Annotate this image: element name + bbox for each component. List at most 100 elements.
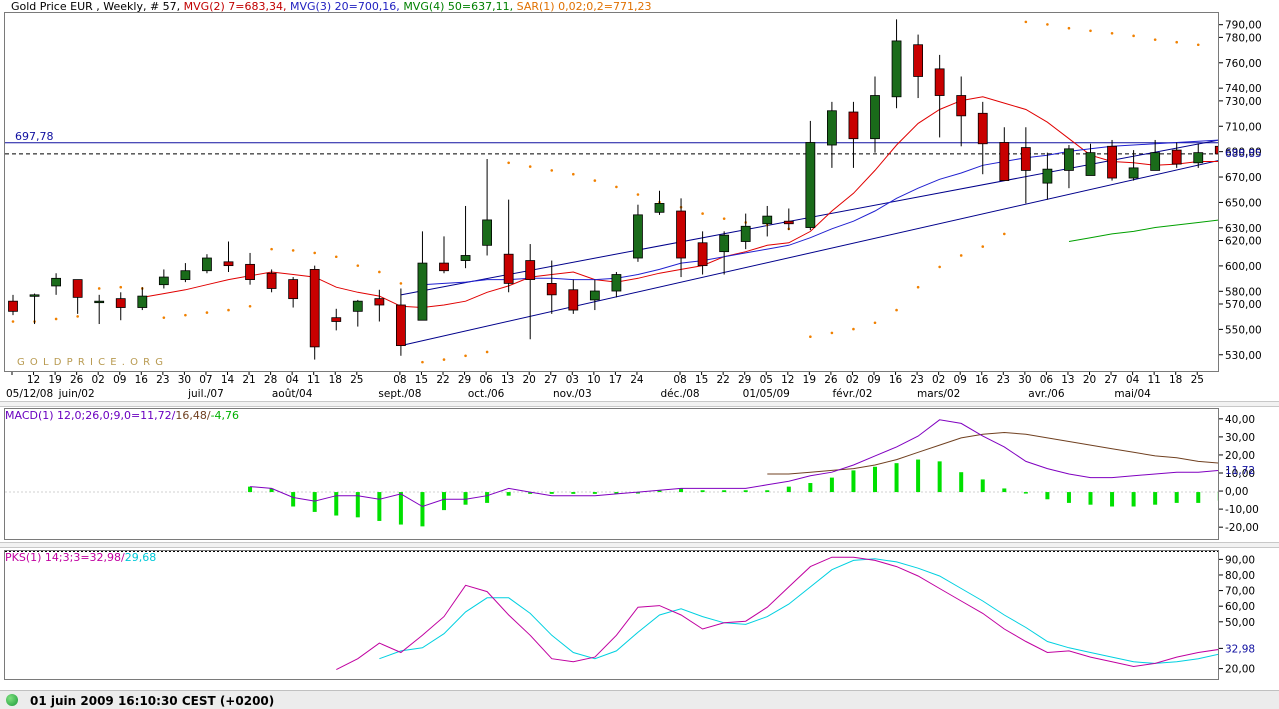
- pane-splitter-2[interactable]: [0, 542, 1279, 548]
- month-label: nov./03: [553, 388, 592, 400]
- sar-dot: [1046, 23, 1049, 26]
- sar-dot: [636, 193, 640, 196]
- candle-body: [352, 300, 363, 312]
- y-tick-label: 620,00: [1225, 236, 1262, 248]
- candle-body: [827, 110, 837, 146]
- candle-body: [956, 95, 967, 117]
- x-tick-label: 02: [932, 374, 945, 386]
- macd-hist-bar: [980, 479, 985, 493]
- macd-legend-signal: 16,48/: [175, 409, 211, 422]
- pane-splitter-1[interactable]: [0, 401, 1279, 407]
- sar-dot: [1089, 29, 1092, 33]
- macd-legend: MACD(1) 12,0;26,0;9,0=11,72/16,48/-4,76: [5, 410, 239, 422]
- candle-body: [374, 298, 385, 306]
- legend-sar: SAR(1) 0,02;0,2=771,23: [516, 0, 652, 13]
- x-tick-label: 29: [458, 374, 471, 386]
- candle-body: [439, 262, 449, 272]
- x-tick-label: 09: [867, 374, 880, 386]
- stoch-y-tick-label: 90,00: [1225, 554, 1255, 566]
- main-price-panel[interactable]: G O L D P R I C E . O R G 697,78 Gold Pri…: [4, 1, 1219, 372]
- month-label: juil./07: [187, 388, 224, 400]
- macd-y-tick-label: -10,00: [1225, 504, 1259, 516]
- stochastic-panel[interactable]: PKS(1) 14;3;3=32,98/29,68: [4, 550, 1219, 680]
- macd-hist-bar: [1023, 492, 1028, 494]
- sar-dot: [701, 212, 704, 215]
- x-tick-label: 09: [113, 374, 126, 386]
- macd-hist-bar: [808, 483, 813, 493]
- candle-body: [180, 270, 191, 280]
- macd-chart[interactable]: [5, 409, 1218, 539]
- macd-hist-bar: [894, 463, 899, 493]
- stoch-y-tick-label: 50,00: [1225, 617, 1255, 629]
- macd-hist-bar: [1110, 492, 1115, 507]
- stoch-legend-d: 29,68: [124, 551, 157, 564]
- y-tick-label: 650,00: [1225, 197, 1262, 209]
- x-tick-label: 08: [393, 374, 406, 386]
- candle-body: [115, 298, 126, 308]
- candle-body: [870, 95, 880, 140]
- macd-hist-bar: [1088, 492, 1093, 505]
- reference-price-label: 697,78: [15, 130, 54, 143]
- x-tick-label: 18: [1169, 374, 1182, 386]
- candle-body: [1150, 152, 1161, 171]
- sar-dot: [1196, 43, 1200, 47]
- x-tick-label: 12: [27, 374, 40, 386]
- macd-signal-line: [767, 431, 1218, 475]
- candle-body: [417, 262, 428, 321]
- candle-body: [762, 215, 773, 225]
- candle-body: [999, 142, 1010, 181]
- x-tick-label: 22: [436, 374, 449, 386]
- legend-sma50: MVG(4) 50=637,11,: [403, 0, 517, 13]
- macd-hist-bar: [377, 492, 382, 521]
- sar-dot: [722, 217, 726, 220]
- sar-dot: [184, 313, 187, 317]
- macd-y-tick-label: 40,00: [1225, 414, 1255, 426]
- sar-dot: [809, 335, 812, 339]
- y-tick-label: 740,00: [1225, 83, 1262, 95]
- stochastic-legend: PKS(1) 14;3;3=32,98/29,68: [5, 552, 156, 564]
- x-tick-label: 13: [1061, 374, 1074, 386]
- candle-body: [137, 295, 148, 308]
- macd-hist-bar: [398, 492, 403, 525]
- sar-dot: [248, 304, 252, 308]
- sar-dot: [270, 247, 273, 251]
- sar-dot: [938, 265, 941, 269]
- macd-hist-bar: [312, 492, 317, 512]
- price-chart[interactable]: G O L D P R I C E . O R G 697,78: [5, 13, 1218, 371]
- status-bar: 01 juin 2009 16:10:30 CEST (+0200): [0, 690, 1279, 709]
- macd-legend-main: MACD(1) 12,0;26,0;9,0=11,72/: [5, 409, 176, 422]
- macd-hist-bar: [1174, 492, 1179, 503]
- y-tick-label: 570,00: [1225, 299, 1262, 311]
- month-label: mars/02: [917, 388, 960, 400]
- candle-body: [525, 260, 536, 280]
- stoch-y-tick-label: 20,00: [1225, 664, 1255, 676]
- sar-dot: [464, 354, 467, 358]
- macd-hist-bar: [1131, 492, 1136, 507]
- sar-dot: [205, 311, 209, 314]
- macd-hist-bar: [873, 466, 877, 493]
- month-label: 05/12/08: [6, 388, 53, 400]
- macd-y-axis: -20,00-10,000,0010,0020,0030,0040,0011,7…: [1219, 414, 1259, 534]
- macd-panel[interactable]: MACD(1) 12,0;26,0;9,0=11,72/16,48/-4,76: [4, 408, 1219, 540]
- month-label: sept./08: [378, 388, 421, 400]
- sar-dot: [54, 317, 58, 321]
- x-tick-label: 26: [70, 374, 84, 386]
- candle-body: [783, 220, 794, 225]
- stochastic-chart[interactable]: [5, 551, 1218, 679]
- x-tick-label: 07: [199, 374, 212, 386]
- candle-body: [482, 219, 493, 246]
- candle-body: [460, 255, 471, 261]
- sar-dot: [1175, 40, 1178, 44]
- macd-hist-bar: [549, 492, 554, 494]
- candle-body: [913, 44, 923, 77]
- legend-sma20: MVG(3) 20=700,16,: [289, 0, 404, 13]
- macd-hist-bar: [1045, 492, 1050, 500]
- candle-body: [8, 300, 18, 312]
- y-tick-label: 670,00: [1225, 172, 1262, 184]
- candle-body: [202, 257, 212, 272]
- candle-body: [611, 274, 622, 292]
- macd-y-tick-label: 30,00: [1225, 432, 1255, 444]
- x-tick-label: 20: [523, 374, 536, 386]
- candle-body: [1064, 148, 1074, 171]
- x-tick-label: 25: [350, 374, 363, 386]
